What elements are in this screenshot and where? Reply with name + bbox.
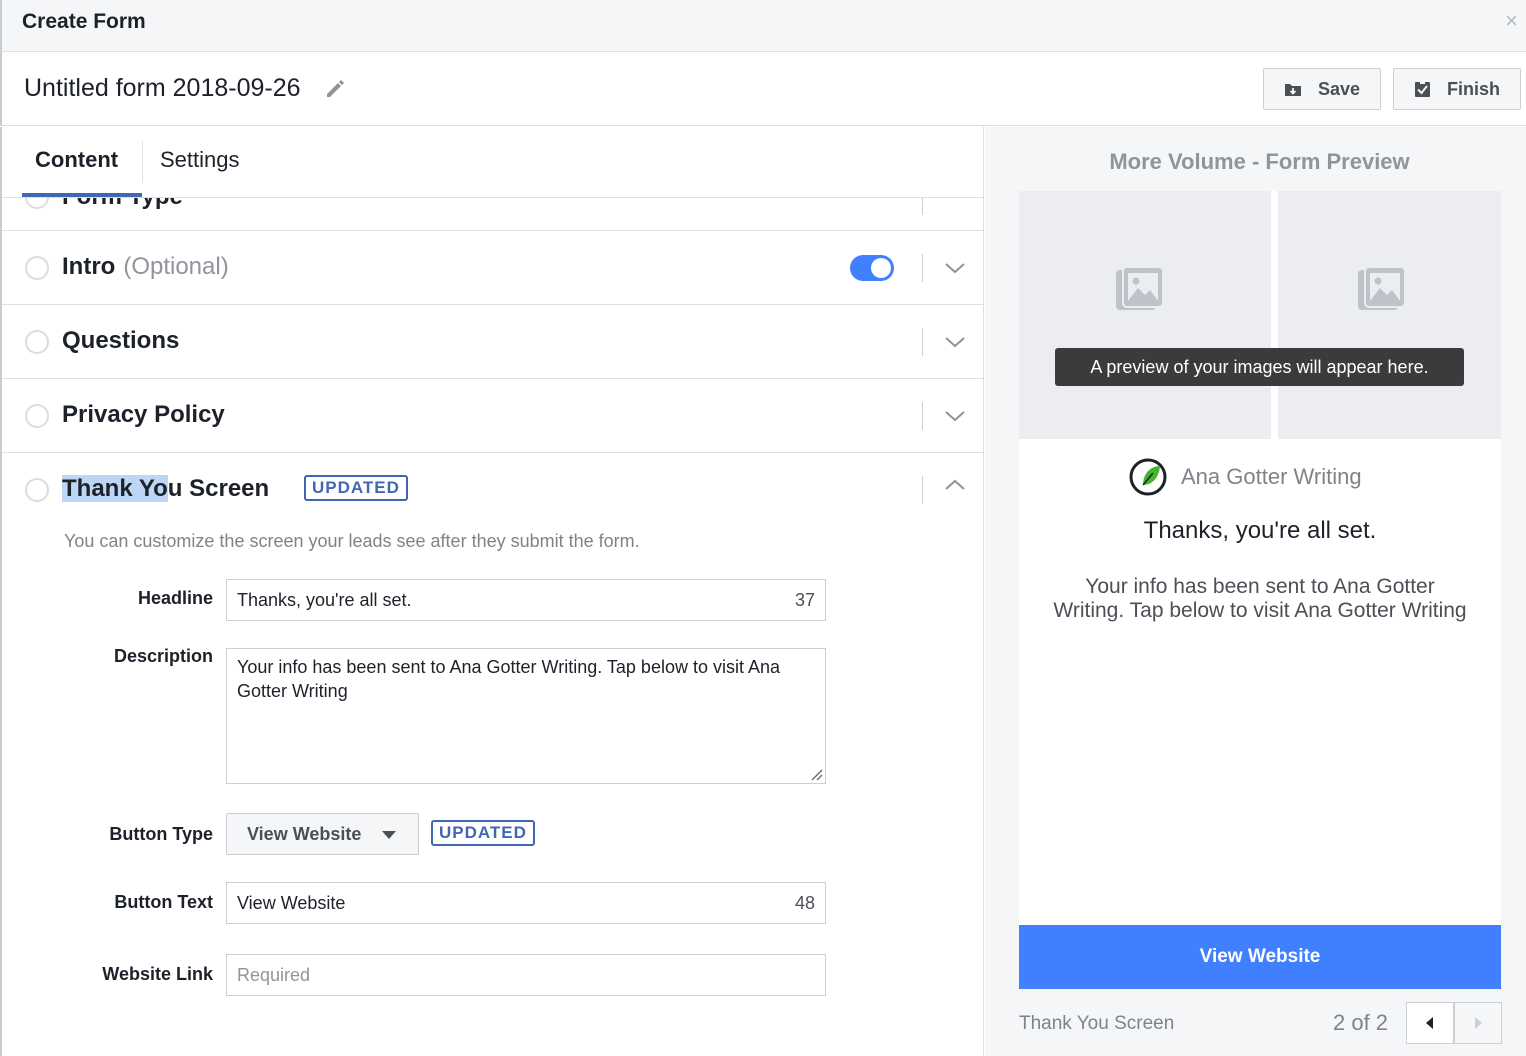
- preview-phone: A preview of your images will appear her…: [1019, 191, 1501, 926]
- section-privacy-policy[interactable]: Privacy Policy: [2, 379, 983, 453]
- website-link-placeholder: Required: [237, 965, 311, 985]
- tab-bar: Content Settings: [2, 127, 983, 198]
- triangle-left-icon: [1426, 1017, 1433, 1029]
- updated-badge: UPDATED: [431, 820, 535, 846]
- section-divider: [922, 476, 923, 504]
- triangle-right-icon: [1475, 1017, 1482, 1029]
- headline-input[interactable]: Thanks, you're all set. 37: [226, 579, 826, 621]
- active-tab-indicator: [22, 193, 142, 197]
- image-preview-tooltip: A preview of your images will appear her…: [1055, 348, 1464, 386]
- image-icon: [1116, 266, 1164, 310]
- chevron-down-icon[interactable]: [943, 330, 967, 354]
- preview-screen-name: Thank You Screen: [1019, 1013, 1175, 1034]
- save-button[interactable]: Save: [1263, 68, 1381, 110]
- preview-title: More Volume - Form Preview: [1109, 149, 1410, 174]
- save-icon: [1285, 84, 1301, 96]
- section-title-text: u Screen: [167, 475, 270, 502]
- brand-logo-icon: [1129, 458, 1167, 496]
- description-label: Description: [113, 646, 213, 666]
- section-questions[interactable]: Questions: [2, 305, 983, 379]
- description-textarea[interactable]: Your info has been sent to Ana Gotter Wr…: [226, 648, 826, 784]
- preview-headline: Thanks, you're all set.: [1143, 517, 1377, 544]
- section-intro[interactable]: Intro (Optional): [2, 231, 983, 305]
- button-type-value: View Website: [247, 824, 362, 844]
- website-link-label: Website Link: [102, 964, 213, 984]
- finish-button[interactable]: Finish: [1393, 68, 1521, 110]
- brand-name: Ana Gotter Writing: [1181, 464, 1362, 489]
- modal-title: Create Form: [22, 10, 146, 33]
- finish-icon: [1415, 80, 1430, 97]
- chevron-down-icon[interactable]: [943, 404, 967, 428]
- section-status-radio: [25, 478, 49, 502]
- section-divider: [922, 328, 923, 356]
- button-text-char-count: 48: [794, 893, 815, 913]
- image-icon: [1358, 266, 1406, 310]
- form-name-bar: Untitled form 2018-09-26 Save Finish: [0, 52, 1526, 126]
- button-text-input[interactable]: View Website 48: [226, 882, 826, 924]
- close-icon[interactable]: ×: [1505, 8, 1518, 34]
- section-title[interactable]: Thank You Screen: [62, 475, 269, 503]
- updated-badge: UPDATED: [304, 475, 408, 501]
- editor-panel: Content Settings Form Type Intro(Optiona…: [0, 127, 984, 1056]
- headline-label: Headline: [137, 588, 213, 608]
- headline-value: Thanks, you're all set.: [237, 590, 412, 610]
- button-text-label: Button Text: [114, 892, 213, 912]
- finish-label: Finish: [1447, 78, 1500, 99]
- brand-row: Ana Gotter Writing: [1129, 457, 1362, 497]
- preview-description: Your info has been sent to Ana Gotter Wr…: [1053, 575, 1467, 622]
- section-divider: [922, 402, 923, 430]
- preview-panel: More Volume - Form Preview A preview of …: [985, 127, 1526, 1056]
- section-title: Intro (Optional): [62, 253, 229, 281]
- previous-page-button[interactable]: [1406, 1002, 1454, 1044]
- section-title: Questions: [62, 327, 180, 354]
- tab-settings[interactable]: Settings: [160, 147, 240, 173]
- tab-content[interactable]: Content: [35, 147, 118, 173]
- section-divider: [922, 254, 923, 282]
- caret-down-icon: [382, 831, 396, 839]
- section-title-text: Intro: [62, 253, 116, 280]
- button-type-dropdown[interactable]: View Website: [226, 813, 419, 855]
- section-title: Privacy Policy: [62, 401, 225, 428]
- tab-divider: [142, 141, 143, 183]
- preview-view-website-button[interactable]: View Website: [1019, 925, 1501, 989]
- section-status-radio: [25, 404, 49, 428]
- selected-text: Thank Yo: [62, 475, 168, 502]
- section-status-radio: [25, 256, 49, 280]
- section-help-text: You can customize the screen your leads …: [64, 531, 640, 551]
- section-thank-you-screen: Thank You Screen UPDATED You can customi…: [2, 453, 983, 1056]
- image-placeholder: [1019, 191, 1271, 439]
- description-value: Your info has been sent to Ana Gotter Wr…: [237, 657, 781, 701]
- headline-char-count: 37: [794, 590, 815, 610]
- form-name[interactable]: Untitled form 2018-09-26: [24, 74, 301, 103]
- chevron-up-icon[interactable]: [943, 473, 967, 497]
- intro-toggle[interactable]: [850, 255, 894, 281]
- website-link-input[interactable]: Required: [226, 954, 826, 996]
- preview-page-indicator: 2 of 2: [1333, 1010, 1389, 1035]
- button-text-value: View Website: [237, 893, 346, 913]
- button-type-label: Button Type: [109, 824, 213, 844]
- next-page-button[interactable]: [1454, 1002, 1502, 1044]
- chevron-down-icon[interactable]: [943, 256, 967, 280]
- save-label: Save: [1318, 78, 1361, 99]
- section-status-radio: [25, 330, 49, 354]
- image-placeholder: [1278, 191, 1501, 439]
- optional-label: (Optional): [123, 253, 229, 280]
- resize-grip-icon[interactable]: [809, 767, 823, 781]
- modal-title-bar: Create Form ×: [0, 0, 1526, 52]
- pencil-icon[interactable]: [324, 78, 346, 100]
